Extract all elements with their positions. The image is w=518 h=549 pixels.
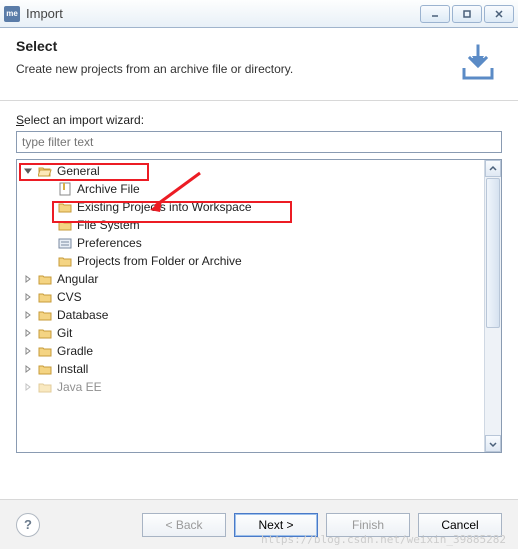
tree-label: General [57,164,100,178]
tree-node-angular[interactable]: Angular [17,270,484,288]
triangle-right-icon [23,346,33,356]
tree-node-database[interactable]: Database [17,306,484,324]
triangle-right-icon [23,292,33,302]
archive-icon [57,181,73,197]
tree-label: Preferences [77,236,142,250]
folder-icon [57,199,73,215]
folder-icon [37,343,53,359]
triangle-right-icon [23,364,33,374]
dialog-header: Select Create new projects from an archi… [0,28,518,101]
triangle-right-icon [23,382,33,392]
tree-label: Install [57,362,88,376]
folder-icon [57,217,73,233]
tree-label: File System [77,218,140,232]
folder-icon [57,253,73,269]
folder-icon [37,271,53,287]
folder-icon [37,379,53,395]
tree-node-existing-projects[interactable]: Existing Projects into Workspace [17,198,484,216]
tree-label: Git [57,326,72,340]
folder-icon [37,361,53,377]
close-button[interactable] [484,5,514,23]
preferences-icon [57,235,73,251]
tree-node-git[interactable]: Git [17,324,484,342]
tree-view: General Archive File Existing Projects i… [16,159,502,453]
header-title: Select [16,38,444,54]
tree-label: Existing Projects into Workspace [77,200,252,214]
next-button[interactable]: Next > [234,513,318,537]
scroll-thumb[interactable] [486,178,500,328]
tree-node-install[interactable]: Install [17,360,484,378]
tree-node-javaee[interactable]: Java EE [17,378,484,396]
tree-label: Gradle [57,344,93,358]
tree-label: Database [57,308,108,322]
titlebar: me Import [0,0,518,28]
tree-label: Angular [57,272,98,286]
window-title: Import [26,6,420,21]
scroll-up-icon[interactable] [485,160,501,177]
wizard-label: Select an import wizard: [16,113,502,127]
header-description: Create new projects from an archive file… [16,62,444,76]
minimize-button[interactable] [420,5,450,23]
folder-icon [37,289,53,305]
help-button[interactable]: ? [16,513,40,537]
tree-node-cvs[interactable]: CVS [17,288,484,306]
folder-open-icon [37,163,53,179]
app-icon: me [4,6,20,22]
dialog-footer: ? < Back Next > Finish Cancel [0,499,518,549]
tree-label: CVS [57,290,82,304]
maximize-button[interactable] [452,5,482,23]
import-icon [454,38,502,86]
triangle-right-icon [23,310,33,320]
tree-label: Archive File [77,182,140,196]
tree-node-preferences[interactable]: Preferences [17,234,484,252]
finish-button[interactable]: Finish [326,513,410,537]
folder-icon [37,307,53,323]
tree-node-archive-file[interactable]: Archive File [17,180,484,198]
triangle-right-icon [23,328,33,338]
back-button[interactable]: < Back [142,513,226,537]
cancel-button[interactable]: Cancel [418,513,502,537]
triangle-down-icon [23,166,33,176]
tree-node-file-system[interactable]: File System [17,216,484,234]
tree-node-gradle[interactable]: Gradle [17,342,484,360]
scroll-down-icon[interactable] [485,435,501,452]
tree-node-general[interactable]: General [17,162,484,180]
triangle-right-icon [23,274,33,284]
folder-icon [37,325,53,341]
filter-input[interactable] [16,131,502,153]
tree-label: Java EE [57,380,102,394]
tree-node-projects-folder[interactable]: Projects from Folder or Archive [17,252,484,270]
vertical-scrollbar[interactable] [484,160,501,452]
tree-label: Projects from Folder or Archive [77,254,242,268]
